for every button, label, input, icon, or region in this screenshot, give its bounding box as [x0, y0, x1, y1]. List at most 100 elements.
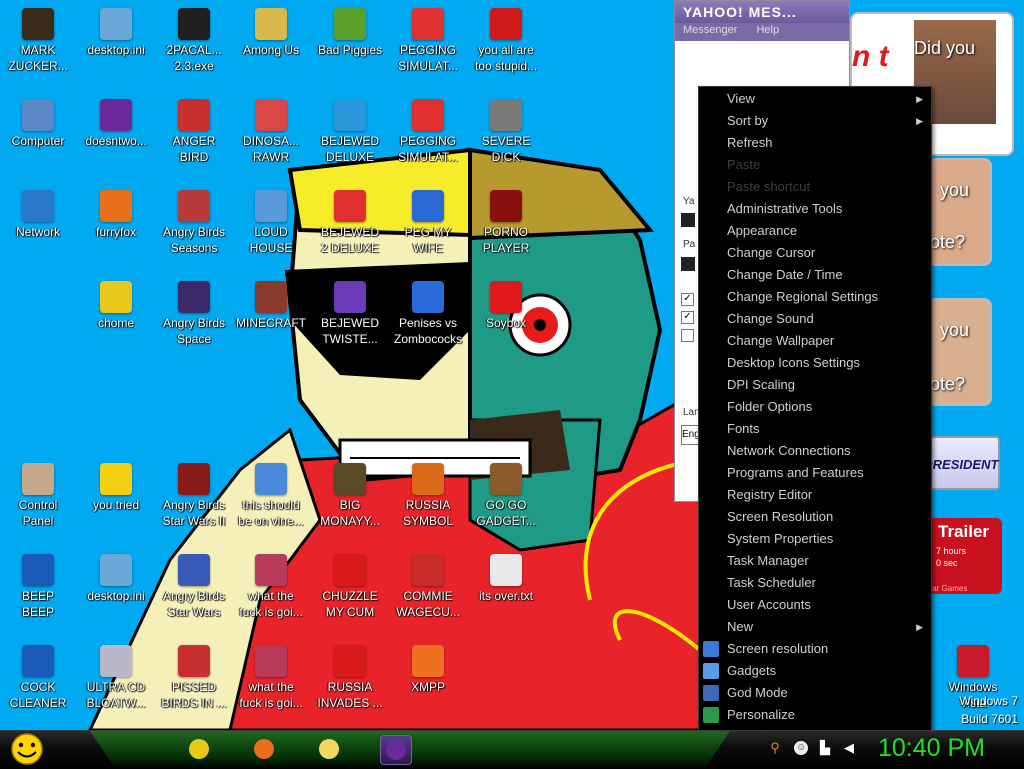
context-menu-item[interactable]: Personalize: [699, 704, 931, 726]
context-menu-item[interactable]: Desktop Icons Settings: [699, 352, 931, 374]
president-banner[interactable]: PRESIDENT: [922, 436, 1000, 490]
desktop-icon[interactable]: Control Panel: [0, 463, 76, 529]
yahoo-messenger-icon[interactable]: [380, 735, 412, 765]
desktop-icon[interactable]: doesntwo...: [78, 99, 154, 149]
context-menu-item[interactable]: Task Scheduler: [699, 572, 931, 594]
context-menu-item[interactable]: Refresh: [699, 132, 931, 154]
context-menu-item[interactable]: God Mode: [699, 682, 931, 704]
desktop-icon[interactable]: you all are too stupid...: [468, 8, 544, 74]
desktop-icon[interactable]: this should be on vine...: [233, 463, 309, 529]
desktop-icon[interactable]: Computer: [0, 99, 76, 149]
search-icon[interactable]: ⚲: [768, 741, 782, 755]
desktop-icon[interactable]: XMPP: [390, 645, 466, 695]
desktop[interactable]: MARK ZUCKER... desktop.ini 2PACAL... 2.3.e…: [0, 0, 1024, 730]
context-menu-item[interactable]: Change Cursor: [699, 242, 931, 264]
desktop-icon[interactable]: Angry Birds Star Wars: [156, 554, 232, 620]
desktop-icon[interactable]: RUSSIA SYMBOL: [390, 463, 466, 529]
taskbar-clock[interactable]: 10:40 PM: [878, 734, 985, 763]
desktop-icon[interactable]: Network: [0, 190, 76, 240]
context-menu-item[interactable]: Registry Editor: [699, 484, 931, 506]
context-menu-item[interactable]: User Accounts: [699, 594, 931, 616]
context-menu-item[interactable]: View ▶: [699, 88, 931, 110]
smiley-start-icon[interactable]: [8, 732, 46, 766]
context-menu-item[interactable]: Administrative Tools: [699, 198, 931, 220]
desktop-icon[interactable]: COMMIE WAGECU...: [390, 554, 466, 620]
desktop-icon[interactable]: you tried: [78, 463, 154, 513]
context-menu-item[interactable]: Network Connections: [699, 440, 931, 462]
desktop-icon[interactable]: PEGGING SIMULAT...: [390, 8, 466, 74]
context-menu-item[interactable]: Change Sound: [699, 308, 931, 330]
red-question-icon: [334, 190, 366, 222]
desktop-icon[interactable]: its over.txt: [468, 554, 544, 604]
context-menu-item[interactable]: Task Manager: [699, 550, 931, 572]
context-menu-item[interactable]: Screen resolution: [699, 638, 931, 660]
yahoo-checkbox[interactable]: ✓: [681, 293, 694, 306]
context-menu-item[interactable]: Gadgets: [699, 660, 931, 682]
desktop-icon[interactable]: DINOSA... RAWR: [233, 99, 309, 165]
desktop-icon[interactable]: PISSED BIRDS IN ...: [156, 645, 232, 711]
context-menu-item[interactable]: Change Wallpaper: [699, 330, 931, 352]
desktop-icon[interactable]: chome: [78, 281, 154, 331]
desktop-icon[interactable]: GO GO GADGET...: [468, 463, 544, 529]
context-menu-label: Gadgets: [727, 663, 777, 678]
desktop-icon[interactable]: RUSSIA INVADES ...: [312, 645, 388, 711]
yahoo-checkbox[interactable]: ✓: [681, 311, 694, 324]
desktop-icon-label: RUSSIA SYMBOL: [402, 498, 453, 528]
desktop-icon[interactable]: BEJEWED DELUXE: [312, 99, 388, 165]
desktop-icon[interactable]: ULTRA CD BLOATW...: [78, 645, 154, 711]
context-menu-item[interactable]: Change Date / Time: [699, 264, 931, 286]
yahoo-window-title[interactable]: YAHOO! MES...: [675, 1, 849, 23]
context-menu-item[interactable]: Screen Resolution: [699, 506, 931, 528]
desktop-icon[interactable]: Angry Birds Seasons: [156, 190, 232, 256]
desktop-icon[interactable]: PORNO PLAYER: [468, 190, 544, 256]
network-icon[interactable]: ▙: [818, 741, 832, 755]
desktop-icon[interactable]: what the fuck is goi...: [233, 645, 309, 711]
desktop-icon[interactable]: MARK ZUCKER...: [0, 8, 76, 74]
desktop-icon[interactable]: CHUZZLE MY CUM: [312, 554, 388, 620]
context-menu-item[interactable]: System Properties: [699, 528, 931, 550]
desktop-icon[interactable]: SEVERE DICK: [468, 99, 544, 165]
desktop-icon[interactable]: BIG MONAYY...: [312, 463, 388, 529]
desktop-icon[interactable]: desktop.ini: [78, 8, 154, 58]
ad-panel-face-3[interactable]: you ote?: [928, 298, 992, 406]
context-menu-item[interactable]: Fonts: [699, 418, 931, 440]
yahoo-menu-messenger[interactable]: Messenger: [683, 24, 737, 36]
desktop-icon[interactable]: PEGGING SIMULAT...: [390, 99, 466, 165]
yahoo-menu-help[interactable]: Help: [756, 24, 779, 36]
folder-explorer-icon[interactable]: [314, 735, 344, 763]
chrome-icon[interactable]: [184, 735, 214, 763]
smiley-tray-icon[interactable]: ☺: [794, 741, 808, 755]
context-menu-item[interactable]: DPI Scaling: [699, 374, 931, 396]
context-menu-item[interactable]: Sort by ▶: [699, 110, 931, 132]
desktop-icon[interactable]: LOUD HOUSE: [233, 190, 309, 256]
desktop-icon[interactable]: COCK CLEANER: [0, 645, 76, 711]
desktop-icon[interactable]: PEG MY WIFE: [390, 190, 466, 256]
desktop-icon[interactable]: ANGER BIRD: [156, 99, 232, 165]
trailer-ad[interactable]: Trailer 7 hours 0 sec tar Games: [922, 518, 1002, 594]
context-menu-item[interactable]: Programs and Features: [699, 462, 931, 484]
desktop-icon[interactable]: Soybox: [468, 281, 544, 331]
speaker-icon[interactable]: ◀: [842, 741, 856, 755]
yahoo-id-input[interactable]: [681, 213, 695, 227]
desktop-icon[interactable]: Among Us: [233, 8, 309, 58]
yahoo-password-input[interactable]: [681, 257, 695, 271]
desktop-icon[interactable]: BEJEWED 2 DELUXE: [312, 190, 388, 256]
desktop-icon[interactable]: BEJEWED TWISTE...: [312, 281, 388, 347]
desktop-icon[interactable]: Penises vs Zombococks: [390, 281, 466, 347]
context-menu-item[interactable]: Appearance: [699, 220, 931, 242]
context-menu-item[interactable]: Change Regional Settings: [699, 286, 931, 308]
desktop-icon[interactable]: desktop.ini: [78, 554, 154, 604]
desktop-icon[interactable]: 2PACAL... 2.3.exe: [156, 8, 232, 74]
ad-panel-face-2[interactable]: you ote?: [928, 158, 992, 266]
context-menu-item[interactable]: New ▶: [699, 616, 931, 638]
desktop-icon[interactable]: MINECRAFT: [233, 281, 309, 331]
desktop-icon[interactable]: what the fuck is goi...: [233, 554, 309, 620]
context-menu-item[interactable]: Folder Options: [699, 396, 931, 418]
desktop-icon[interactable]: Bad Piggies: [312, 8, 388, 58]
desktop-icon[interactable]: Angry Birds Star Wars II: [156, 463, 232, 529]
firefox-icon[interactable]: [249, 735, 279, 763]
yahoo-checkbox[interactable]: [681, 329, 694, 342]
desktop-icon[interactable]: BEEP BEEP: [0, 554, 76, 620]
desktop-icon[interactable]: furryfox: [78, 190, 154, 240]
desktop-icon[interactable]: Angry Birds Space: [156, 281, 232, 347]
